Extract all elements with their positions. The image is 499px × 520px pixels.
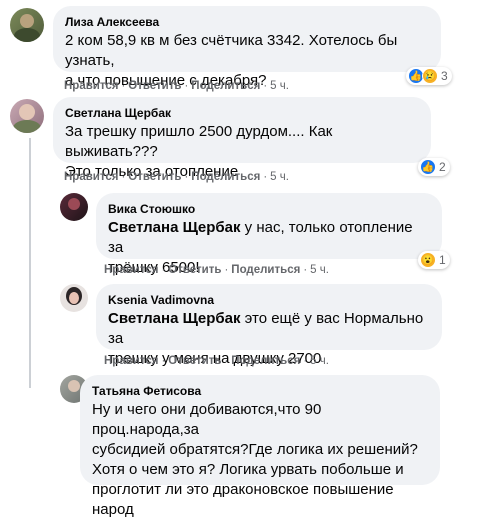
separator: · — [161, 264, 166, 276]
thread-line — [29, 138, 31, 388]
separator: · — [121, 171, 126, 183]
separator: · — [224, 264, 229, 276]
like-link[interactable]: Нравится — [104, 264, 158, 276]
comment-actions: Нравится · Ответить · Поделиться · 5 ч. — [104, 263, 329, 277]
separator: · — [184, 80, 189, 92]
share-link[interactable]: Поделиться — [191, 80, 260, 92]
separator: · — [303, 355, 308, 367]
wow-reaction-icon: 😮 — [420, 252, 436, 268]
timestamp[interactable]: 5 ч. — [270, 171, 289, 183]
like-link[interactable]: Нравится — [64, 171, 118, 183]
avatar[interactable] — [10, 99, 44, 133]
comment-author[interactable]: Светлана Щербак — [65, 105, 419, 121]
comment-actions: Нравится · Ответить · Поделиться · 5 ч. — [104, 354, 329, 368]
mention-link[interactable]: Светлана Щербак — [108, 219, 241, 236]
comment-author[interactable]: Вика Стоюшко — [108, 201, 430, 217]
reactions-badge[interactable]: 😮 1 — [418, 251, 450, 269]
separator: · — [263, 171, 268, 183]
separator: · — [224, 355, 229, 367]
comment-actions: Нравится · Ответить · Поделиться · 5 ч. — [64, 170, 289, 184]
share-link[interactable]: Поделиться — [231, 264, 300, 276]
comment-author[interactable]: Ksenia Vadimovna — [108, 292, 430, 308]
timestamp[interactable]: 5 ч. — [310, 355, 329, 367]
share-link[interactable]: Поделиться — [191, 171, 260, 183]
separator: · — [161, 355, 166, 367]
comment-text: Ну и чего они добиваются,что 90 проц.нар… — [92, 401, 418, 518]
reactions-badge[interactable]: 👍 2 — [418, 158, 450, 176]
like-link[interactable]: Нравится — [64, 80, 118, 92]
separator: · — [263, 80, 268, 92]
comment-actions: Нравится · Ответить · Поделиться · 5 ч. — [64, 79, 289, 93]
comment-bubble: Татьяна Фетисова Ну и чего они добиваютс… — [80, 375, 440, 518]
reply-link[interactable]: Ответить — [128, 171, 181, 183]
avatar[interactable] — [10, 8, 44, 42]
comment-bubble: Ksenia Vadimovna Светлана Щербак это ещё… — [96, 284, 442, 367]
reply-link[interactable]: Ответить — [168, 355, 221, 367]
like-reaction-icon: 👍 — [420, 159, 436, 175]
sad-reaction-icon: 😢 — [422, 68, 438, 84]
reply-link[interactable]: Ответить — [128, 80, 181, 92]
mention-link[interactable]: Светлана Щербак — [108, 310, 241, 327]
like-link[interactable]: Нравится — [104, 355, 158, 367]
reactions-count: 3 — [441, 69, 448, 83]
reactions-count: 2 — [439, 160, 446, 174]
reactions-count: 1 — [439, 253, 446, 267]
comment-author[interactable]: Татьяна Фетисова — [92, 383, 428, 399]
timestamp[interactable]: 5 ч. — [270, 80, 289, 92]
comment-bubble: Светлана Щербак За трешку пришло 2500 ду… — [53, 97, 431, 180]
reply-link[interactable]: Ответить — [168, 264, 221, 276]
avatar[interactable] — [60, 284, 88, 312]
comment-bubble: Лиза Алексеева 2 ком 58,9 кв м без счётч… — [53, 6, 441, 89]
separator: · — [303, 264, 308, 276]
reactions-badge[interactable]: 👍 😢 3 — [406, 67, 452, 85]
separator: · — [184, 171, 189, 183]
avatar[interactable] — [60, 193, 88, 221]
comment-author[interactable]: Лиза Алексеева — [65, 14, 429, 30]
timestamp[interactable]: 5 ч. — [310, 264, 329, 276]
comment-bubble: Вика Стоюшко Светлана Щербак у нас, толь… — [96, 193, 442, 276]
share-link[interactable]: Поделиться — [231, 355, 300, 367]
separator: · — [121, 80, 126, 92]
